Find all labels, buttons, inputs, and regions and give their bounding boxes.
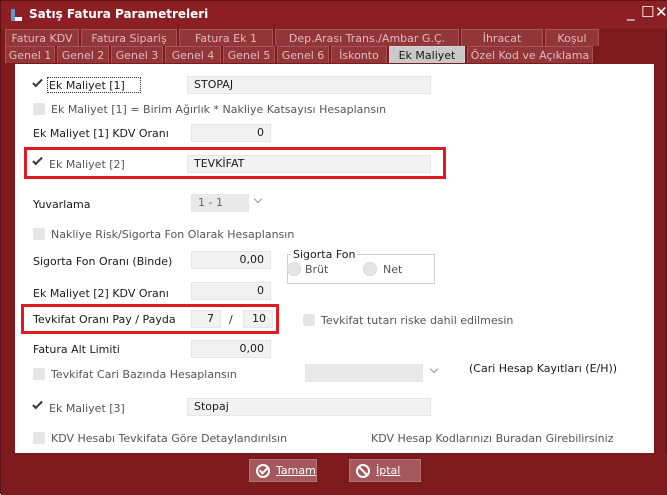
ek-maliyet-1-input[interactable]: STOPAJ [187, 76, 431, 94]
birim-agirlik-checkbox[interactable] [33, 103, 45, 115]
tevkifat-riske-checkbox[interactable] [303, 314, 315, 326]
net-radio[interactable] [363, 262, 377, 276]
tab-genel-1[interactable]: Genel 1 [5, 46, 55, 63]
net-label: Net [383, 263, 403, 276]
tab-dep-arasi-trans[interactable]: Dep.Arası Trans./Ambar G.Ç. [275, 29, 459, 46]
tevkifat-separator: / [229, 313, 233, 326]
tevkifat-payda-input[interactable]: 10 [243, 310, 273, 328]
dialog-window: Satış Fatura Parametreleri _ ☐ ✕ Fatura … [0, 0, 667, 495]
tab-genel-3[interactable]: Genel 3 [111, 46, 163, 63]
tab-fatura-ek-1[interactable]: Fatura Ek 1 [179, 29, 273, 46]
ek-maliyet-panel: Ek Maliyet [1] STOPAJ Ek Maliyet [1] = B… [15, 64, 654, 453]
check-icon [32, 154, 43, 166]
tab-ihracat[interactable]: İhracat [461, 29, 543, 46]
birim-agirlik-label: Ek Maliyet [1] = Birim Ağırlık * Nakliye… [51, 103, 387, 116]
title-bar: Satış Fatura Parametreleri _ ☐ ✕ [1, 1, 667, 29]
check-icon [32, 398, 43, 410]
ek-maliyet-1-checkbox[interactable] [32, 76, 45, 90]
tab-row-bottom: Genel 1 Genel 2 Genel 3 Genel 4 Genel 5 … [5, 46, 593, 64]
tab-genel-5[interactable]: Genel 5 [223, 46, 275, 63]
tab-fatura-kdv[interactable]: Fatura KDV [5, 29, 79, 46]
chevron-down-icon[interactable] [429, 364, 439, 374]
kdv-hesabi-checkbox[interactable] [33, 432, 45, 444]
close-button[interactable]: ✕ [655, 3, 667, 21]
sigorta-fon-title: Sigorta Fon [291, 248, 358, 261]
tevkifat-orani-label: Tevkifat Oranı Pay / Payda [33, 313, 176, 326]
ek-maliyet-2-input[interactable]: TEVKİFAT [187, 155, 431, 173]
fatura-alt-limiti-input[interactable]: 0,00 [191, 340, 271, 358]
fatura-alt-limiti-label: Fatura Alt Limiti [33, 343, 120, 356]
chevron-down-icon[interactable] [253, 194, 263, 204]
tevkifat-cari-select[interactable] [305, 364, 423, 382]
cancel-button-label: İptal [376, 464, 401, 477]
ek-maliyet-3-input[interactable]: Stopaj [187, 398, 431, 416]
kdv-hesabi-label: KDV Hesabı Tevkifata Göre Detaylandırıls… [51, 432, 288, 445]
tab-genel-2[interactable]: Genel 2 [57, 46, 109, 63]
ek-maliyet-2-kdv-input[interactable]: 0 [191, 282, 271, 300]
tab-ozel-kod[interactable]: Özel Kod ve Açıklama [467, 46, 593, 63]
minimize-button[interactable]: _ [627, 3, 635, 21]
ek-maliyet-3-label: Ek Maliyet [3] [49, 402, 125, 415]
tab-iskonto[interactable]: İskonto [331, 46, 387, 63]
cancel-button[interactable]: İptal [349, 459, 421, 482]
ok-icon [256, 463, 270, 478]
ek-maliyet-1-label: Ek Maliyet [1] [49, 79, 125, 92]
cancel-icon [356, 463, 370, 478]
tab-genel-6[interactable]: Genel 6 [277, 46, 329, 63]
tab-fatura-siparis[interactable]: Fatura Sipariş [81, 29, 177, 46]
ok-button-label: Tamam [276, 464, 316, 477]
sigorta-fon-orani-input[interactable]: 0,00 [191, 251, 271, 269]
ek-maliyet-1-kdv-input[interactable]: 0 [191, 124, 271, 142]
ek-maliyet-2-label: Ek Maliyet [2] [49, 158, 125, 171]
ek-maliyet-2-checkbox[interactable] [32, 154, 45, 168]
button-bar [1, 453, 667, 495]
brut-label: Brüt [305, 263, 329, 276]
check-icon [32, 76, 43, 88]
ek-maliyet-1-kdv-label: Ek Maliyet [1] KDV Oranı [33, 127, 169, 140]
cari-hesap-label: (Cari Hesap Kayıtları (E/H)) [469, 362, 618, 375]
tab-kosul[interactable]: Koşul [545, 29, 599, 46]
tevkifat-pay-input[interactable]: 7 [191, 310, 221, 328]
tevkifat-cari-checkbox[interactable] [33, 368, 45, 380]
tab-ek-maliyet[interactable]: Ek Maliyet [389, 46, 465, 63]
tevkifat-cari-label: Tevkifat Cari Bazında Hesaplansın [51, 368, 237, 381]
ek-maliyet-2-kdv-label: Ek Maliyet [2] KDV Oranı [33, 287, 169, 300]
ek-maliyet-3-checkbox[interactable] [32, 398, 45, 412]
yuvarlama-label: Yuvarlama [33, 198, 91, 211]
tab-row-top: Fatura KDV Fatura Sipariş Fatura Ek 1 De… [5, 29, 599, 47]
tab-genel-4[interactable]: Genel 4 [165, 46, 221, 63]
maximize-button[interactable]: ☐ [641, 3, 654, 21]
sigorta-fon-orani-label: Sigorta Fon Oranı (Binde) [33, 255, 173, 268]
kdv-hesap-kodlari-link[interactable]: KDV Hesap Kodlarınızı Buradan Girebilirs… [371, 432, 613, 445]
ok-button[interactable]: Tamam [249, 459, 317, 482]
window-title: Satış Fatura Parametreleri [29, 7, 209, 21]
tevkifat-riske-label: Tevkifat tutarı riske dahil edilmesin [321, 314, 514, 327]
brut-radio[interactable] [287, 262, 301, 276]
nakliye-risk-checkbox[interactable] [33, 228, 45, 240]
app-logo-icon [9, 8, 23, 22]
yuvarlama-select[interactable]: 1 - 1 [191, 194, 249, 212]
nakliye-risk-label: Nakliye Risk/Sigorta Fon Olarak Hesaplan… [51, 228, 295, 241]
